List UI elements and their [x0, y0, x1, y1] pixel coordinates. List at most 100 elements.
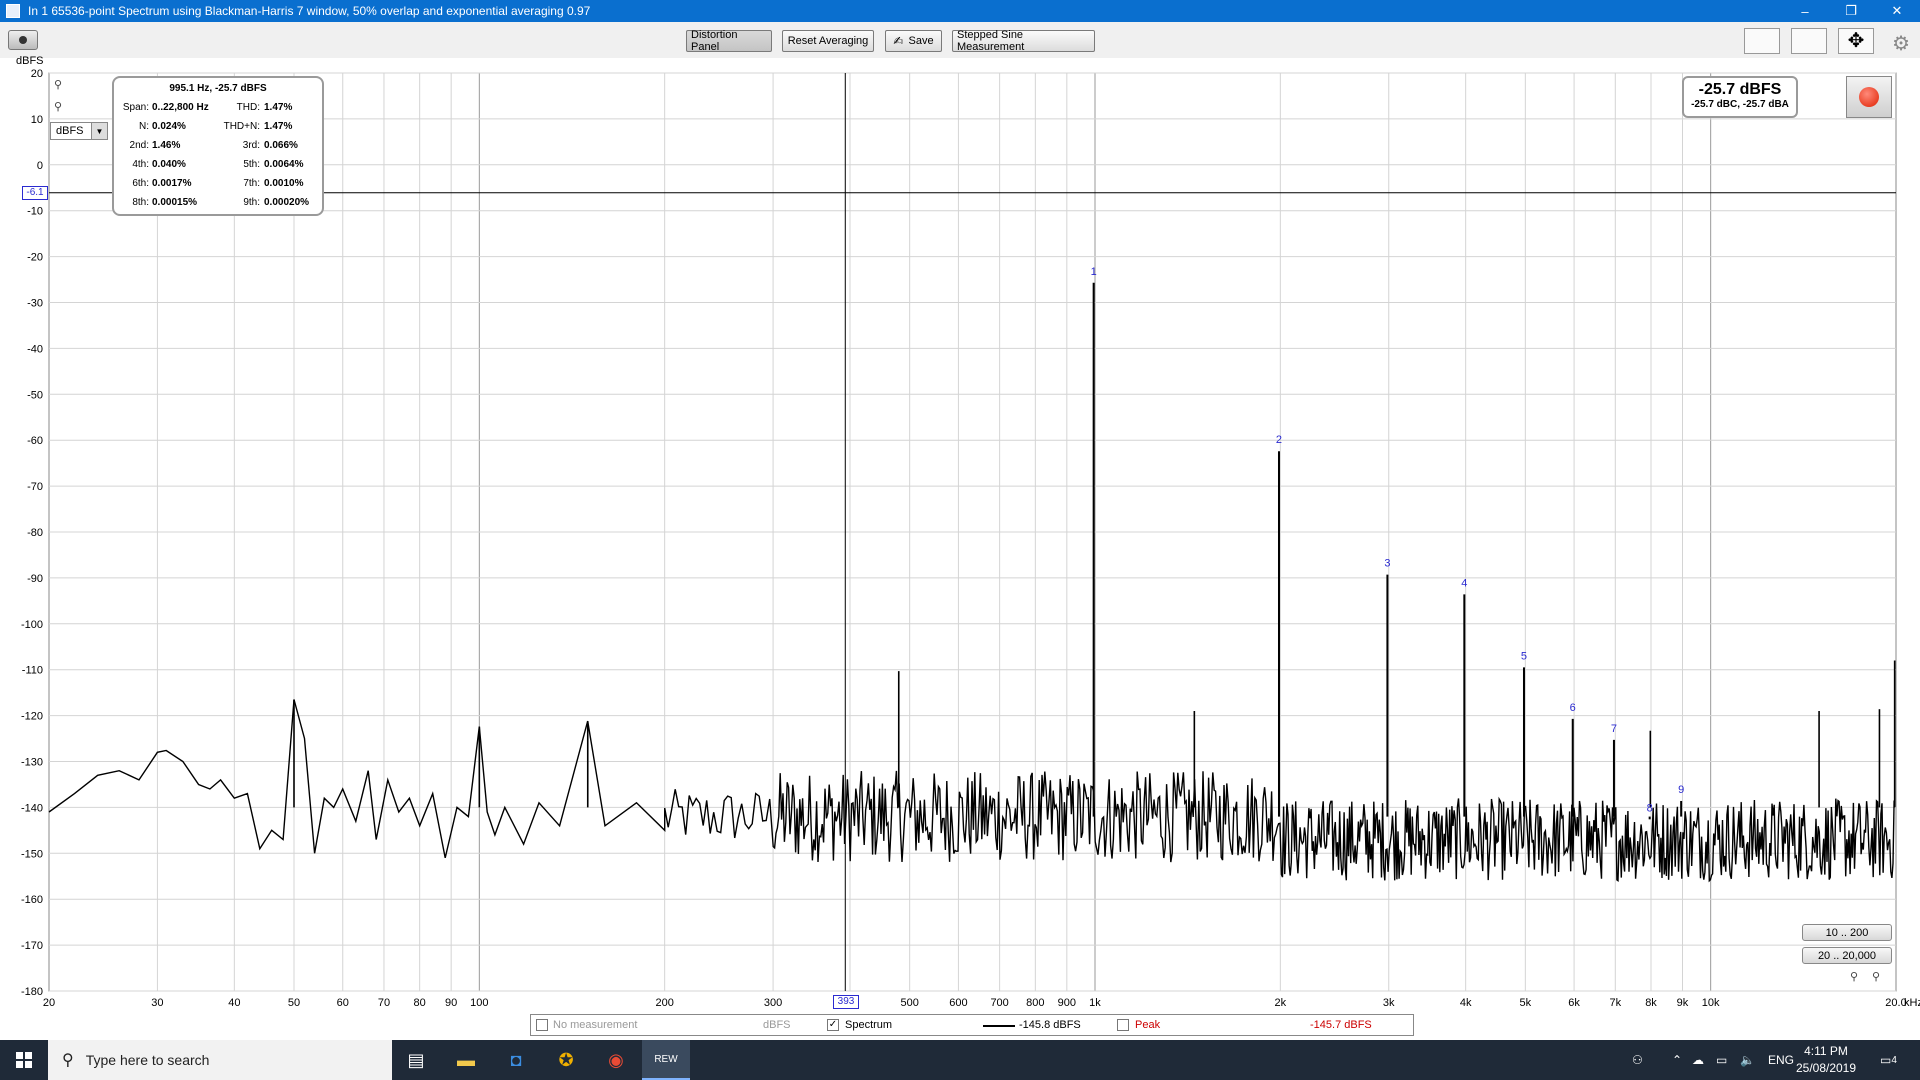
distortion-row: 8th: 0.00015% 9th: 0.00020% — [132, 197, 310, 208]
windows-start-button[interactable] — [0, 1040, 48, 1080]
taskbar-search[interactable]: ⚲ Type here to search — [48, 1040, 392, 1080]
x-tick-label: 700 — [990, 997, 1008, 1009]
notification-icon[interactable]: ▭ 4 — [1880, 1040, 1897, 1080]
harmonic-label: 5 — [1521, 650, 1527, 662]
y-tick-label: -110 — [22, 665, 43, 677]
search-icon: ⚲ — [62, 1052, 74, 1069]
x-tick-label: 5k — [1520, 997, 1532, 1009]
no-measurement-unit: dBFS — [763, 1019, 791, 1031]
y-tick-label: -30 — [27, 298, 43, 310]
task-view-icon[interactable]: ▤ — [392, 1040, 440, 1080]
windows-logo-icon — [16, 1052, 32, 1068]
spectrum-line-swatch — [983, 1025, 1015, 1027]
spectrum-checkbox[interactable]: ✓ — [827, 1019, 839, 1031]
level-sub: -25.7 dBC, -25.7 dBA — [1691, 99, 1789, 110]
outlook-icon[interactable]: ◘ — [492, 1040, 540, 1080]
x-tick-label: 4k — [1460, 997, 1472, 1009]
chevron-down-icon[interactable]: ▼ — [91, 123, 107, 139]
x-tick-label: 900 — [1058, 997, 1076, 1009]
zoom-in-icon[interactable]: ⚲ — [1850, 970, 1858, 983]
file-explorer-icon[interactable]: ▬ — [442, 1040, 490, 1080]
record-button[interactable] — [1846, 76, 1892, 118]
no-measurement-checkbox[interactable] — [536, 1019, 548, 1031]
distortion-row: 6th: 0.0017% 7th: 0.0010% — [132, 178, 304, 189]
notification-count: 4 — [1891, 1054, 1897, 1066]
harmonic-label: 4 — [1461, 577, 1467, 589]
x-tick-label: 50 — [288, 997, 300, 1009]
tray-chevron-up-icon[interactable]: ⌃ — [1672, 1040, 1682, 1080]
range-10-200-button[interactable]: 10 .. 200 — [1802, 924, 1892, 941]
y-axis-unit-label: dBFS — [16, 55, 44, 67]
zoom-out-icon[interactable]: ⚲ — [1872, 970, 1880, 983]
y-tick-label: -90 — [27, 573, 43, 585]
no-measurement-label: No measurement — [553, 1019, 638, 1031]
cursor-y-value: -6.1 — [22, 186, 48, 200]
network-icon[interactable]: ▭ — [1716, 1040, 1727, 1080]
y-tick-label: -10 — [27, 206, 43, 218]
zoom-in-icon[interactable]: ⚲ — [54, 78, 62, 91]
x-tick-label: 30 — [151, 997, 163, 1009]
level-meter: -25.7 dBFS -25.7 dBC, -25.7 dBA — [1682, 76, 1798, 118]
x-tick-label: 100 — [470, 997, 488, 1009]
harmonic-label: 2 — [1276, 434, 1282, 446]
peak-value: -145.7 dBFS — [1310, 1019, 1372, 1031]
notification-glyph: ▭ — [1880, 1053, 1892, 1067]
x-tick-label: 600 — [949, 997, 967, 1009]
distortion-row: Span: 0..22,800 Hz THD: 1.47% — [122, 102, 293, 113]
peak-checkbox[interactable] — [1117, 1019, 1129, 1031]
range-20-20000-button[interactable]: 20 .. 20,000 — [1802, 947, 1892, 964]
y-tick-label: -150 — [21, 848, 43, 860]
x-tick-label: 60 — [337, 997, 349, 1009]
x-tick-label: 8k — [1645, 997, 1657, 1009]
x-tick-label: 80 — [414, 997, 426, 1009]
distortion-header: 995.1 Hz, -25.7 dBFS — [169, 83, 267, 94]
onedrive-icon[interactable]: ☁ — [1692, 1040, 1704, 1080]
x-tick-label: 20 — [43, 997, 55, 1009]
x-tick-label: 500 — [900, 997, 918, 1009]
x-tick-label: 800 — [1026, 997, 1044, 1009]
harmonic-label: 9 — [1678, 784, 1684, 796]
chrome-icon[interactable]: ◉ — [592, 1040, 640, 1080]
record-icon — [1859, 87, 1879, 107]
y-tick-label: 10 — [31, 114, 43, 126]
spectrum-value: -145.8 dBFS — [1019, 1019, 1081, 1031]
y-tick-label: -70 — [27, 481, 43, 493]
x-tick-label: 6k — [1568, 997, 1580, 1009]
people-icon[interactable]: ⚇ — [1632, 1040, 1643, 1080]
zoom-out-icon[interactable]: ⚲ — [54, 100, 62, 113]
distortion-row: 4th: 0.040% 5th: 0.0064% — [132, 159, 304, 170]
harmonic-label: 8 — [1647, 802, 1653, 814]
spectrum-label: Spectrum — [845, 1019, 893, 1031]
x-tick-label: 90 — [445, 997, 457, 1009]
y-tick-label: -40 — [27, 343, 43, 355]
harmonic-label: 7 — [1611, 723, 1617, 735]
y-tick-label: -160 — [21, 894, 43, 906]
clock-time: 4:11 PM — [1804, 1044, 1848, 1058]
x-tick-label: 3k — [1383, 997, 1395, 1009]
level-main: -25.7 dBFS — [1698, 81, 1782, 98]
y-tick-label: -130 — [21, 757, 43, 769]
volume-icon[interactable]: 🔈 — [1740, 1040, 1755, 1080]
distortion-panel: 995.1 Hz, -25.7 dBFS Span: 0..22,800 Hz … — [112, 76, 324, 216]
y-tick-label: -100 — [21, 619, 43, 631]
app-icon-yellow[interactable]: ✪ — [542, 1040, 590, 1080]
harmonic-label: 6 — [1570, 702, 1576, 714]
y-tick-label: -20 — [27, 252, 43, 264]
distortion-row: 2nd: 1.46% 3rd: 0.066% — [129, 140, 298, 151]
clock[interactable]: 4:11 PM 25/08/2019 — [1790, 1043, 1862, 1077]
y-tick-label: -120 — [21, 711, 43, 723]
distortion-row: N: 0.024% THD+N: 1.47% — [139, 121, 293, 132]
harmonic-label: 3 — [1384, 558, 1390, 570]
search-placeholder: Type here to search — [85, 1052, 210, 1068]
unit-select[interactable]: dBFS ▼ — [50, 122, 108, 140]
y-tick-label: -80 — [27, 527, 43, 539]
x-tick-label: 7k — [1609, 997, 1621, 1009]
y-tick-label: 20 — [31, 68, 43, 80]
x-tick-label: 9k — [1677, 997, 1689, 1009]
x-tick-label: 200 — [655, 997, 673, 1009]
y-tick-label: -140 — [21, 802, 43, 814]
y-tick-label: -60 — [27, 435, 43, 447]
taskbar: ⚲ Type here to search ▤ ▬ ◘ ✪ ◉ REW ⚇ ⌃ … — [0, 1040, 1920, 1080]
y-tick-label: -50 — [27, 389, 43, 401]
rew-app-icon[interactable]: REW — [642, 1040, 690, 1080]
